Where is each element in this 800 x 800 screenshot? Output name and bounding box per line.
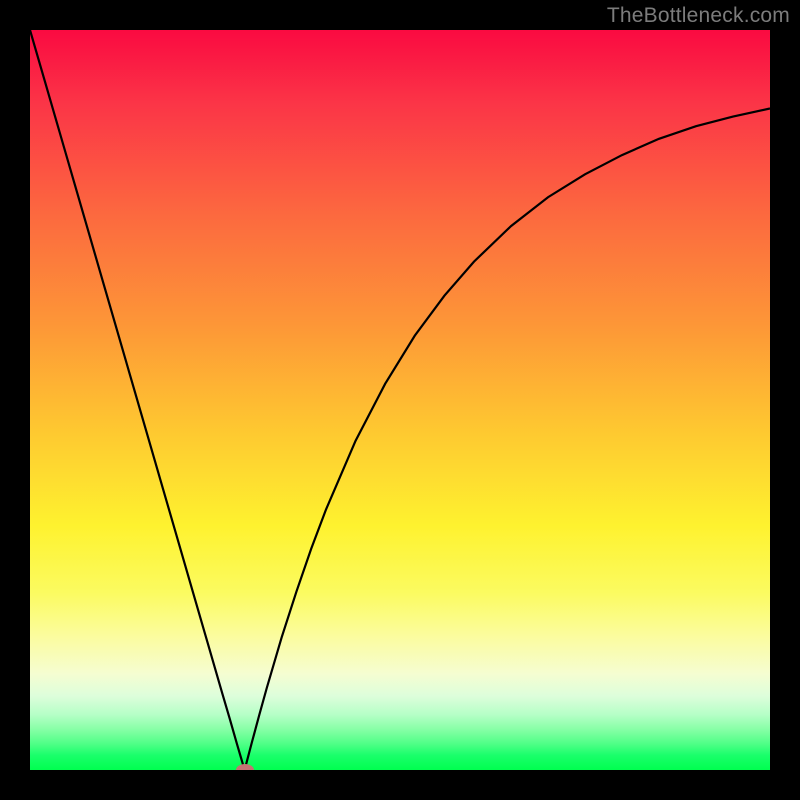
chart-frame: TheBottleneck.com (0, 0, 800, 800)
bottleneck-curve (30, 30, 770, 770)
minimum-marker (236, 764, 254, 770)
watermark-text: TheBottleneck.com (607, 4, 790, 28)
plot-area (30, 30, 770, 770)
